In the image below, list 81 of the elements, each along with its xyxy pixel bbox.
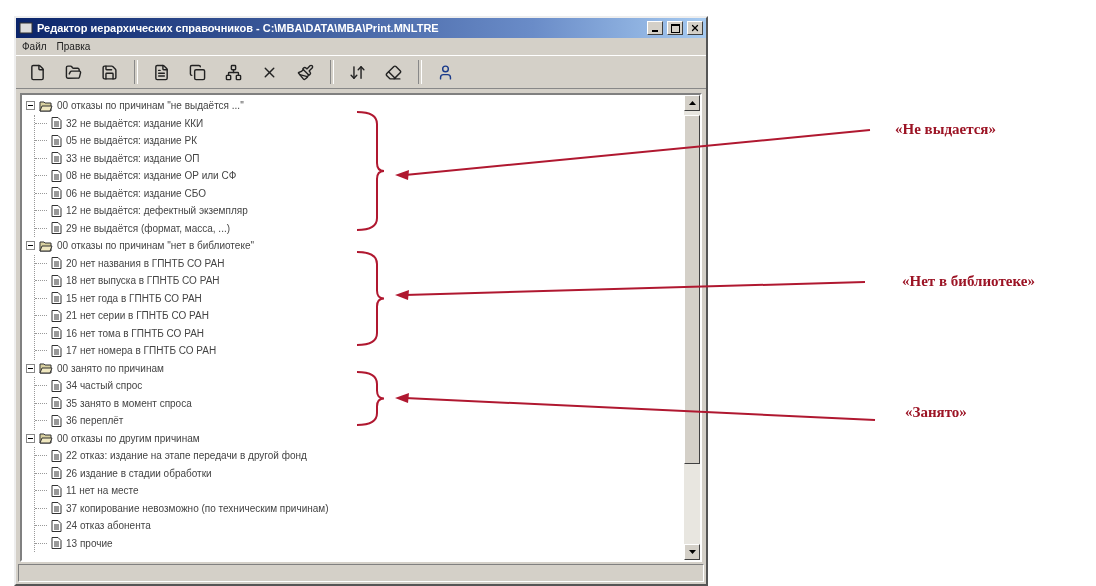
tree-item[interactable]: 32 не выдаётся: издание ККИ — [35, 114, 684, 132]
tree-group[interactable]: 00 отказы по причинам "не выдаётся ..." — [26, 97, 684, 115]
window-title: Редактор иерархических справочников - C:\MBA\DATA\MBA\Print.MNLTRE — [37, 22, 440, 34]
tree-item[interactable]: 35 занято в момент спроса — [35, 394, 684, 412]
brush-icon — [296, 63, 314, 81]
tree-item[interactable]: 22 отказ: издание на этапе передачи в другой фонд — [35, 447, 684, 465]
document-icon — [51, 187, 62, 200]
tree-item[interactable]: 18 нет выпуска в ГПНТБ СО РАН — [35, 272, 684, 290]
branch-icon — [224, 63, 242, 81]
tree-group[interactable]: 00 отказы по другим причинам — [26, 429, 684, 447]
document-icon — [51, 309, 62, 322]
close-icon — [690, 23, 700, 33]
tree-item[interactable]: 16 нет тома в ГПНТБ СО РАН — [35, 324, 684, 342]
tree-item[interactable]: 08 не выдаётся: издание ОР или СФ — [35, 167, 684, 185]
document-icon — [51, 204, 62, 217]
maximize-button[interactable] — [667, 21, 683, 35]
copy-icon — [188, 63, 206, 81]
maximize-icon — [670, 23, 680, 33]
document-icon — [51, 274, 62, 287]
eraser-icon — [384, 63, 402, 81]
new-file-icon — [28, 63, 46, 81]
menu-item[interactable]: Файл — [22, 41, 47, 52]
tree-item[interactable]: 11 нет на месте — [35, 482, 684, 500]
collapse-icon[interactable] — [26, 433, 35, 443]
tree-item[interactable]: 36 переплёт — [35, 412, 684, 430]
document-icon — [51, 222, 62, 235]
tree-item[interactable]: 29 не выдаётся (формат, масса, ...) — [35, 219, 684, 237]
document-icon — [51, 327, 62, 340]
document-icon — [51, 414, 62, 427]
document-icon — [51, 484, 62, 497]
bracket — [356, 371, 385, 426]
folder-icon — [39, 362, 53, 375]
tree-item[interactable]: 34 частый спрос — [35, 377, 684, 395]
document-icon — [51, 502, 62, 515]
minimize-button[interactable] — [647, 21, 663, 35]
tree-group[interactable]: 00 отказы по причинам "нет в библиотеке" — [26, 237, 684, 255]
open-folder-icon — [64, 63, 82, 81]
callout-label: «Занято» — [905, 404, 967, 421]
document-icon — [51, 117, 62, 130]
document-icon — [51, 397, 62, 410]
tree-item[interactable]: 13 прочие — [35, 534, 684, 552]
document-icon — [51, 449, 62, 462]
document-icon — [51, 519, 62, 532]
tree-item[interactable]: 05 не выдаётся: издание РК — [35, 132, 684, 150]
tree-item[interactable]: 37 копирование невозможно (по техническим причинам) — [35, 499, 684, 517]
tree-item[interactable]: 15 нет года в ГПНТБ СО РАН — [35, 289, 684, 307]
down-arrow-icon[interactable] — [688, 550, 696, 554]
scrollbar[interactable] — [684, 95, 700, 560]
tree-item[interactable]: 06 не выдаётся: издание СБО — [35, 184, 684, 202]
tree-item[interactable]: 17 нет номера в ГПНТБ СО РАН — [35, 342, 684, 360]
tree-group[interactable]: 00 занято по причинам — [26, 359, 684, 377]
menu-item[interactable]: Правка — [56, 41, 91, 52]
document-icon — [51, 344, 62, 357]
document-icon — [51, 169, 62, 182]
close-button[interactable] — [687, 21, 703, 35]
document-icon — [51, 379, 62, 392]
document-icon — [51, 467, 62, 480]
document-icon — [152, 63, 170, 81]
tree-item[interactable]: 33 не выдаётся: издание ОП — [35, 149, 684, 167]
tree-item[interactable]: 24 отказ абонента — [35, 517, 684, 535]
document-icon — [51, 257, 62, 270]
callout-label: «Нет в библиотеке» — [902, 273, 1035, 290]
folder-icon — [39, 432, 53, 445]
document-icon — [51, 537, 62, 550]
document-icon — [51, 134, 62, 147]
callout-label: «Не выдается» — [895, 121, 996, 138]
document-icon — [51, 152, 62, 165]
folder-icon — [39, 99, 53, 112]
sort-icon — [348, 63, 366, 81]
tree-item[interactable]: 20 нет названия в ГПНТБ СО РАН — [35, 254, 684, 272]
collapse-icon[interactable] — [26, 241, 35, 251]
tree-item[interactable]: 21 нет серии в ГПНТБ СО РАН — [35, 307, 684, 325]
document-icon — [51, 292, 62, 305]
tree-item[interactable]: 26 издание в стадии обработки — [35, 464, 684, 482]
collapse-icon[interactable] — [26, 101, 35, 111]
folder-icon — [39, 239, 53, 252]
up-arrow-icon[interactable] — [688, 101, 696, 105]
collapse-icon[interactable] — [26, 363, 35, 373]
save-icon — [100, 63, 118, 81]
app-icon — [19, 21, 33, 35]
tree-item[interactable]: 12 не выдаётся: дефектный экземпляр — [35, 202, 684, 220]
